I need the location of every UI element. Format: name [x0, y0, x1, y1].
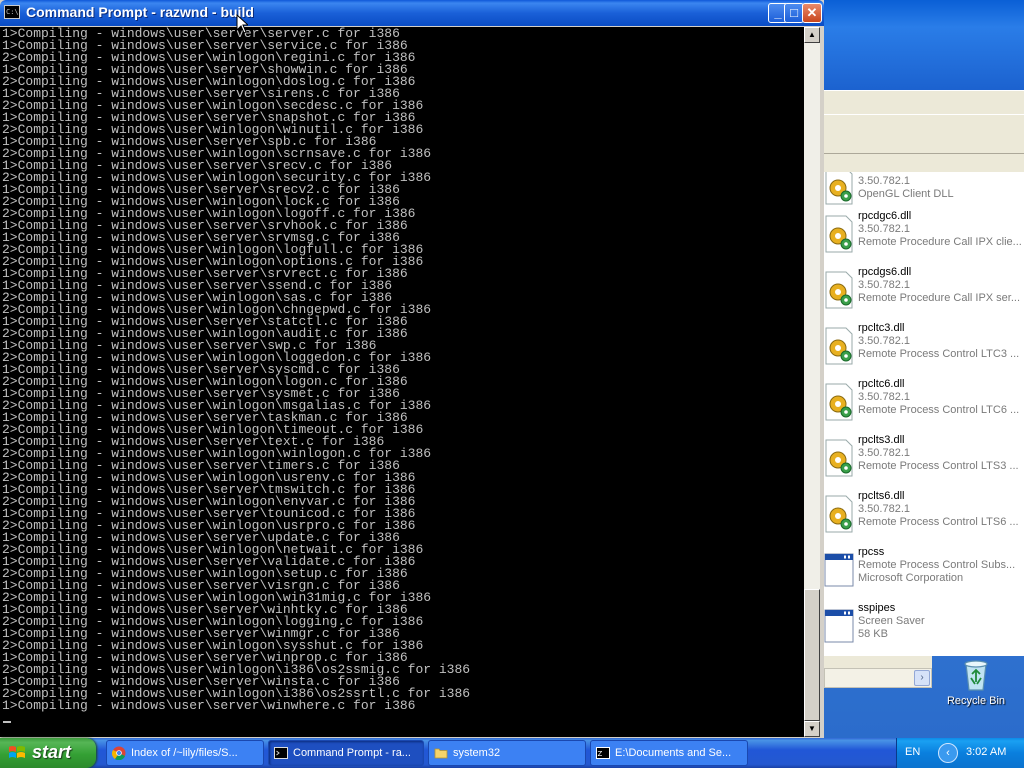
file-item[interactable]: rpcdgc6.dll 3.50.782.1 Remote Procedure Ca…: [824, 210, 1024, 266]
scroll-right-arrow[interactable]: ›: [914, 670, 930, 686]
file-detail-2: Remote Procedure Call IPX ser...: [858, 292, 1021, 304]
file-item[interactable]: rpcdgs6.dll 3.50.782.1 Remote Procedure Ca…: [824, 266, 1024, 322]
file-item[interactable]: sspipes Screen Saver 58 KB: [824, 602, 1024, 656]
file-item[interactable]: rpclts6.dll 3.50.782.1 Remote Process Cont…: [824, 490, 1024, 546]
file-detail-1: Remote Process Control Subs...: [858, 559, 1016, 571]
recycle-bin-icon: [964, 660, 988, 691]
file-item[interactable]: rpcltc3.dll 3.50.782.1 Remote Process Cont…: [824, 322, 1024, 378]
explorer-horizontal-scrollbar[interactable]: ›: [824, 668, 932, 688]
file-detail-1: 3.50.782.1: [858, 335, 910, 347]
file-detail-2: Microsoft Corporation: [858, 572, 964, 584]
file-detail-1: 3.50.782.1: [858, 447, 910, 459]
file-detail-1: 3.50.782.1: [858, 175, 910, 187]
explorer-status-area: [824, 656, 932, 668]
file-name: rpcltc6.dll: [858, 378, 905, 390]
console-line: 1>Compiling - windows\user\server\winwhe…: [2, 698, 416, 713]
show-hidden-icons-button[interactable]: ‹: [938, 743, 958, 763]
file-detail-1: 3.50.782.1: [858, 503, 910, 515]
taskbar-button-chrome[interactable]: Index of /~lily/files/S...: [106, 740, 264, 766]
scroll-up-button[interactable]: ▲: [804, 27, 820, 43]
dll-gear-icon: [825, 439, 853, 477]
clock[interactable]: 3:02 AM: [966, 746, 1006, 758]
explorer-toolbar[interactable]: [824, 114, 1024, 154]
task-label: Index of /~lily/files/S...: [131, 747, 238, 759]
dll-gear-icon: [825, 215, 853, 253]
taskbar-button-command-prompt[interactable]: Command Prompt - ra...: [268, 740, 424, 766]
explorer-address-bar[interactable]: [824, 154, 1024, 172]
file-name: rpclts3.dll: [858, 434, 905, 446]
file-item[interactable]: rpclts3.dll 3.50.782.1 Remote Process Cont…: [824, 434, 1024, 490]
file-detail-2: Remote Process Control LTS3 ...: [858, 460, 1019, 472]
exe-window-icon: [824, 609, 854, 643]
file-name: rpcss: [858, 546, 885, 558]
language-indicator[interactable]: EN: [905, 746, 920, 758]
scroll-down-button[interactable]: ▼: [804, 721, 820, 737]
cmd-icon: [274, 747, 288, 759]
explorer-titlebar[interactable]: [824, 0, 1024, 90]
console-window-icon: Z: [596, 747, 610, 759]
dll-gear-icon: [825, 383, 853, 421]
command-prompt-window: C:\ Command Prompt - razwnd - build _ □ …: [0, 0, 824, 738]
file-detail-1: 3.50.782.1: [858, 223, 910, 235]
recycle-bin[interactable]: Recycle Bin: [936, 656, 1016, 716]
console-lines: 1>Compiling - windows\user\server\server…: [2, 27, 470, 713]
file-detail-1: 3.50.782.1: [858, 391, 910, 403]
file-name: rpcdgc6.dll: [858, 210, 912, 222]
svg-text:Z: Z: [598, 750, 603, 758]
start-label: start: [32, 742, 72, 762]
file-name: sspipes: [858, 602, 896, 614]
taskbar: start Index of /~lily/files/S... Command…: [0, 738, 1024, 768]
explorer-file-list: 3.50.782.1 OpenGL Client DLL rpcdgc6.dll 3.…: [824, 172, 1024, 656]
exe-window-icon: [824, 553, 854, 587]
chrome-icon: [112, 746, 126, 760]
scroll-thumb[interactable]: [804, 589, 820, 721]
file-item[interactable]: rpcltc6.dll 3.50.782.1 Remote Process Cont…: [824, 378, 1024, 434]
explorer-window: 3.50.782.1 OpenGL Client DLL rpcdgc6.dll 3.…: [824, 0, 1024, 690]
dll-gear-icon: [825, 327, 853, 365]
file-detail-2: Remote Process Control LTC3 ...: [858, 348, 1020, 360]
task-label: E:\Documents and Se...: [615, 747, 732, 759]
window-frame-edge: [820, 26, 824, 738]
file-detail-2: Remote Procedure Call IPX clie...: [858, 236, 1022, 248]
close-button[interactable]: ✕: [802, 3, 822, 23]
console-vertical-scrollbar[interactable]: ▲ ▼: [804, 27, 820, 737]
task-label: system32: [453, 747, 501, 759]
dll-gear-icon: [825, 172, 853, 205]
task-label: Command Prompt - ra...: [293, 747, 411, 759]
text-cursor: [3, 721, 11, 723]
file-detail-2: 58 KB: [858, 628, 888, 640]
cmd-app-icon[interactable]: C:\: [4, 5, 20, 19]
file-name: rpcltc3.dll: [858, 322, 905, 334]
taskbar-button-documents[interactable]: Z E:\Documents and Se...: [590, 740, 748, 766]
console-output[interactable]: 1>Compiling - windows\user\server\server…: [0, 27, 804, 737]
dll-gear-icon: [825, 495, 853, 533]
folder-icon: [434, 748, 448, 759]
taskbar-button-system32[interactable]: system32: [428, 740, 586, 766]
file-name: rpcdgs6.dll: [858, 266, 912, 278]
start-button[interactable]: start: [0, 738, 96, 768]
file-name: rpclts6.dll: [858, 490, 905, 502]
maximize-button[interactable]: □: [784, 3, 804, 23]
window-title: Command Prompt - razwnd - build: [26, 4, 254, 20]
file-detail-2: Remote Process Control LTS6 ...: [858, 516, 1019, 528]
explorer-menubar[interactable]: [824, 90, 1024, 114]
file-item[interactable]: rpcss Remote Process Control Subs... Micro…: [824, 546, 1024, 602]
recycle-bin-label: Recycle Bin: [946, 695, 1006, 707]
cmd-titlebar[interactable]: C:\ Command Prompt - razwnd - build _ □ …: [0, 0, 824, 26]
file-detail-1: Screen Saver: [858, 615, 925, 627]
file-detail-2: OpenGL Client DLL: [858, 188, 954, 200]
file-detail-2: Remote Process Control LTC6 ...: [858, 404, 1020, 416]
dll-gear-icon: [825, 271, 853, 309]
file-detail-1: 3.50.782.1: [858, 279, 910, 291]
windows-logo-icon: [9, 746, 25, 758]
mouse-pointer-icon: [236, 14, 248, 34]
